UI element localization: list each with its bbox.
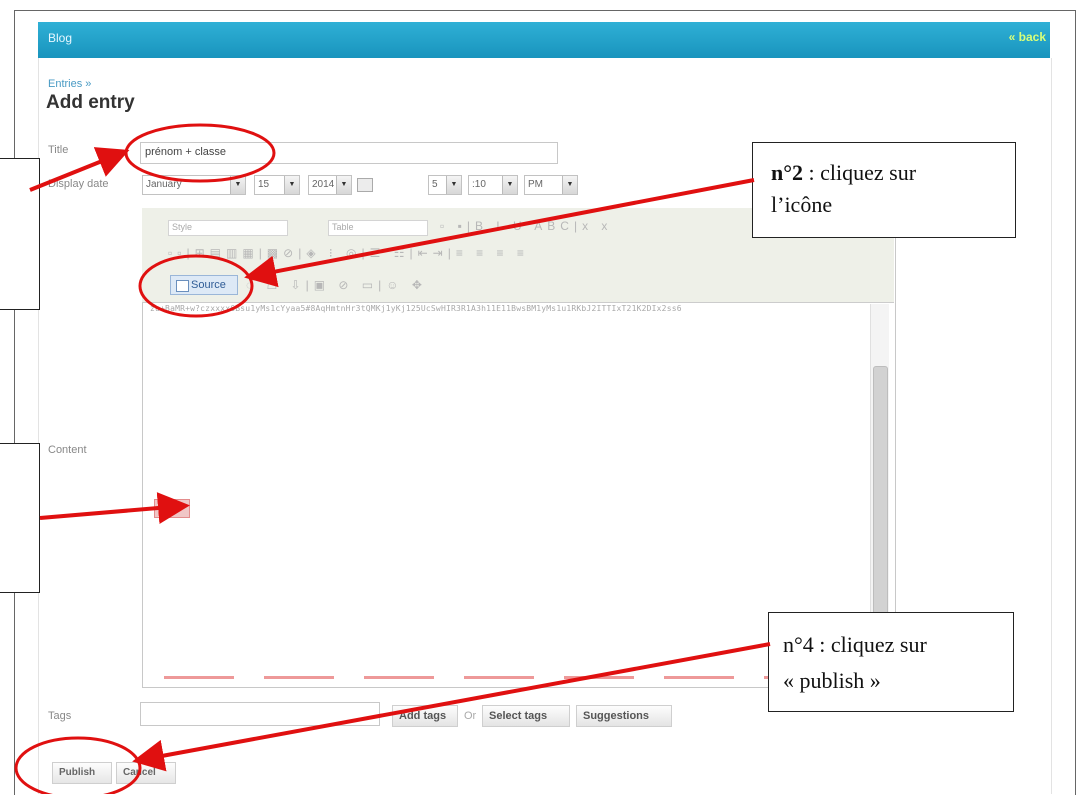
annotation-step-2-text: : cliquez sur: [803, 160, 917, 185]
chevron-down-icon: ▼: [284, 176, 299, 194]
chevron-down-icon: ▼: [336, 176, 351, 194]
source-button-label: Source: [191, 279, 226, 291]
page-title: Add entry: [46, 92, 135, 113]
hour-select[interactable]: 5 ▼: [428, 175, 462, 195]
annotation-step-2: n°2 : cliquez sur l’icône: [752, 142, 1016, 238]
annotation-step-4-text2: « publish »: [783, 668, 881, 693]
annotation-step-4-text: n°4 : cliquez sur: [783, 632, 927, 657]
editor-bottom-bar: [164, 676, 774, 679]
month-select[interactable]: January ▼: [142, 175, 246, 195]
annotation-step-2-text2: l’icône: [771, 192, 833, 217]
annotation-step-2-number: n°2: [771, 160, 804, 185]
highlighted-paragraph: [154, 499, 190, 518]
day-select[interactable]: 15 ▼: [254, 175, 300, 195]
tags-input[interactable]: [140, 702, 380, 726]
style-combo-label: Style: [172, 222, 193, 232]
editor-content-text: zu+BaMR+w?czxxxx6Bsu1yMs1cYyaa5#8AqHmtnH…: [150, 304, 682, 313]
style-combo[interactable]: Style: [168, 220, 288, 236]
breadcrumb[interactable]: Entries »: [48, 78, 91, 90]
format-toolbar-row3[interactable]: ◌ ☖ ⇩|▣ ⊘ ▭|☺ ✥: [246, 278, 427, 292]
publish-button[interactable]: Publish: [52, 762, 112, 784]
table-combo-label: Table: [332, 222, 354, 232]
format-toolbar-row2[interactable]: ▫▫|⊞▤▥▦|▩⊘|◈ ⁝ ◎|☰ ☷|⇤⇥|≡ ≡ ≡ ≡: [168, 246, 529, 260]
select-tags-button[interactable]: Select tags: [482, 705, 570, 727]
left-callout-box-2: [0, 443, 40, 593]
back-link[interactable]: « back: [1009, 30, 1046, 44]
content-label: Content: [48, 444, 87, 456]
chevron-down-icon: ▼: [502, 176, 517, 194]
ampm-select[interactable]: PM ▼: [524, 175, 578, 195]
source-icon: [176, 280, 189, 292]
display-date-label: Display date: [48, 178, 109, 190]
day-value: 15: [258, 179, 270, 190]
year-value: 2014: [312, 179, 335, 190]
title-input[interactable]: prénom + classe: [140, 142, 558, 164]
chevron-down-icon: ▼: [230, 176, 245, 194]
annotation-step-4: n°4 : cliquez sur « publish »: [768, 612, 1014, 712]
month-value: January: [146, 179, 182, 190]
left-callout-box-1: [0, 158, 40, 310]
hour-value: 5: [432, 179, 438, 190]
chevron-down-icon: ▼: [562, 176, 577, 194]
add-tags-button[interactable]: Add tags: [392, 705, 458, 727]
year-select[interactable]: 2014 ▼: [308, 175, 352, 195]
chevron-down-icon: ▼: [446, 176, 461, 194]
title-label: Title: [48, 144, 69, 156]
table-combo[interactable]: Table: [328, 220, 428, 236]
format-toolbar-row1[interactable]: ▫ ▪|B I U ABC|x x: [440, 219, 612, 233]
blog-header-bar: Blog « back: [38, 22, 1050, 58]
scrollbar-thumb[interactable]: [873, 366, 888, 618]
cancel-button[interactable]: Cancel: [116, 762, 176, 784]
source-button[interactable]: Source: [170, 275, 238, 295]
minute-select[interactable]: :10 ▼: [468, 175, 518, 195]
minute-value: :10: [472, 179, 486, 190]
blog-title: Blog: [48, 31, 73, 45]
calendar-icon[interactable]: [357, 178, 373, 192]
ampm-value: PM: [528, 179, 543, 190]
suggestions-button[interactable]: Suggestions: [576, 705, 672, 727]
tags-label: Tags: [48, 710, 72, 722]
or-text: Or: [464, 710, 477, 722]
